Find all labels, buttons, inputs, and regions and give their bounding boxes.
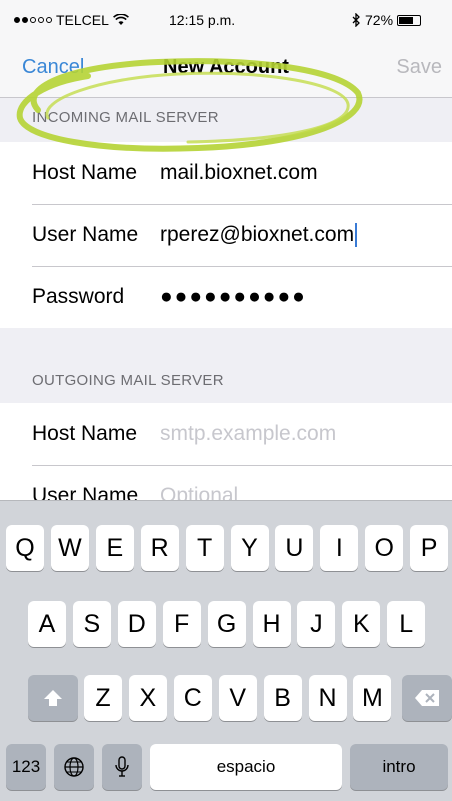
key-v[interactable]: V [218,675,257,721]
page-title: New Account [163,56,289,78]
key-f[interactable]: F [162,601,201,647]
dictation-key[interactable] [102,744,142,790]
key-b[interactable]: B [263,675,302,721]
outgoing-user-row[interactable]: User Name Optional [0,465,452,500]
outgoing-host-label: Host Name [32,422,138,445]
carrier-area: TELCEL [14,12,129,28]
shift-arrow-icon [44,690,62,706]
key-e[interactable]: E [95,525,134,571]
key-h[interactable]: H [252,601,291,647]
incoming-password-row[interactable]: Password ●●●●●●●●●● [0,266,452,328]
outgoing-user-label: User Name [32,484,139,500]
return-key[interactable]: intro [350,744,448,790]
key-u[interactable]: U [275,525,314,571]
bluetooth-icon [352,13,360,27]
key-p[interactable]: P [410,525,449,571]
key-c[interactable]: C [173,675,212,721]
shift-key[interactable] [28,675,78,721]
incoming-host-field[interactable]: mail.bioxnet.com [160,161,318,185]
key-q[interactable]: Q [6,525,44,571]
key-y[interactable]: Y [230,525,269,571]
globe-icon [64,757,84,777]
globe-key[interactable] [54,744,94,790]
carrier-name: TELCEL [56,12,109,28]
wifi-icon [112,14,129,25]
key-t[interactable]: T [185,525,224,571]
incoming-section-header: INCOMING MAIL SERVER [32,109,219,126]
incoming-host-row[interactable]: Host Name mail.bioxnet.com [0,142,452,204]
keyboard: QWERTYUIOP ASDFGHJKL ZXCVBNM 123 espacio [0,500,452,801]
key-n[interactable]: N [308,675,347,721]
key-s[interactable]: S [72,601,111,647]
key-i[interactable]: I [320,525,359,571]
key-d[interactable]: D [117,601,156,647]
backspace-icon [415,690,439,706]
key-l[interactable]: L [387,601,426,647]
key-o[interactable]: O [365,525,404,571]
incoming-user-field[interactable]: rperez@bioxnet.com [160,222,358,248]
numbers-key[interactable]: 123 [6,744,46,790]
navigation-bar: Cancel New Account Save [0,40,452,98]
text-cursor [355,223,358,248]
incoming-user-row[interactable]: User Name rperez@bioxnet.com [0,204,452,266]
battery-percent: 72% [365,12,394,28]
incoming-password-label: Password [32,285,125,308]
delete-key[interactable] [402,675,452,721]
battery-area: 72% [352,12,422,28]
incoming-user-text: rperez@bioxnet.com [160,222,355,246]
incoming-password-field[interactable]: ●●●●●●●●●● [160,285,307,309]
key-r[interactable]: R [140,525,179,571]
incoming-host-label: Host Name [32,161,138,184]
key-a[interactable]: A [28,601,66,647]
microphone-icon [115,756,129,777]
key-x[interactable]: X [128,675,167,721]
key-k[interactable]: K [342,601,381,647]
incoming-user-label: User Name [32,223,139,246]
key-j[interactable]: J [297,601,336,647]
signal-dots-icon [14,17,52,23]
outgoing-server-group: Host Name smtp.example.com User Name Opt… [0,403,452,500]
key-w[interactable]: W [50,525,89,571]
save-button[interactable]: Save [396,56,442,79]
incoming-server-group: Host Name mail.bioxnet.com User Name rpe… [0,142,452,328]
battery-icon [397,14,422,26]
key-g[interactable]: G [207,601,246,647]
space-key[interactable]: espacio [150,744,342,790]
clock: 12:15 p.m. [169,12,236,28]
key-m[interactable]: M [353,675,392,721]
key-z[interactable]: Z [84,675,122,721]
outgoing-host-field[interactable]: smtp.example.com [160,422,336,446]
outgoing-host-row[interactable]: Host Name smtp.example.com [0,403,452,465]
outgoing-user-field[interactable]: Optional [160,484,238,500]
outgoing-section-header: OUTGOING MAIL SERVER [32,372,224,389]
status-bar: TELCEL 12:15 p.m. 72% [0,0,452,40]
